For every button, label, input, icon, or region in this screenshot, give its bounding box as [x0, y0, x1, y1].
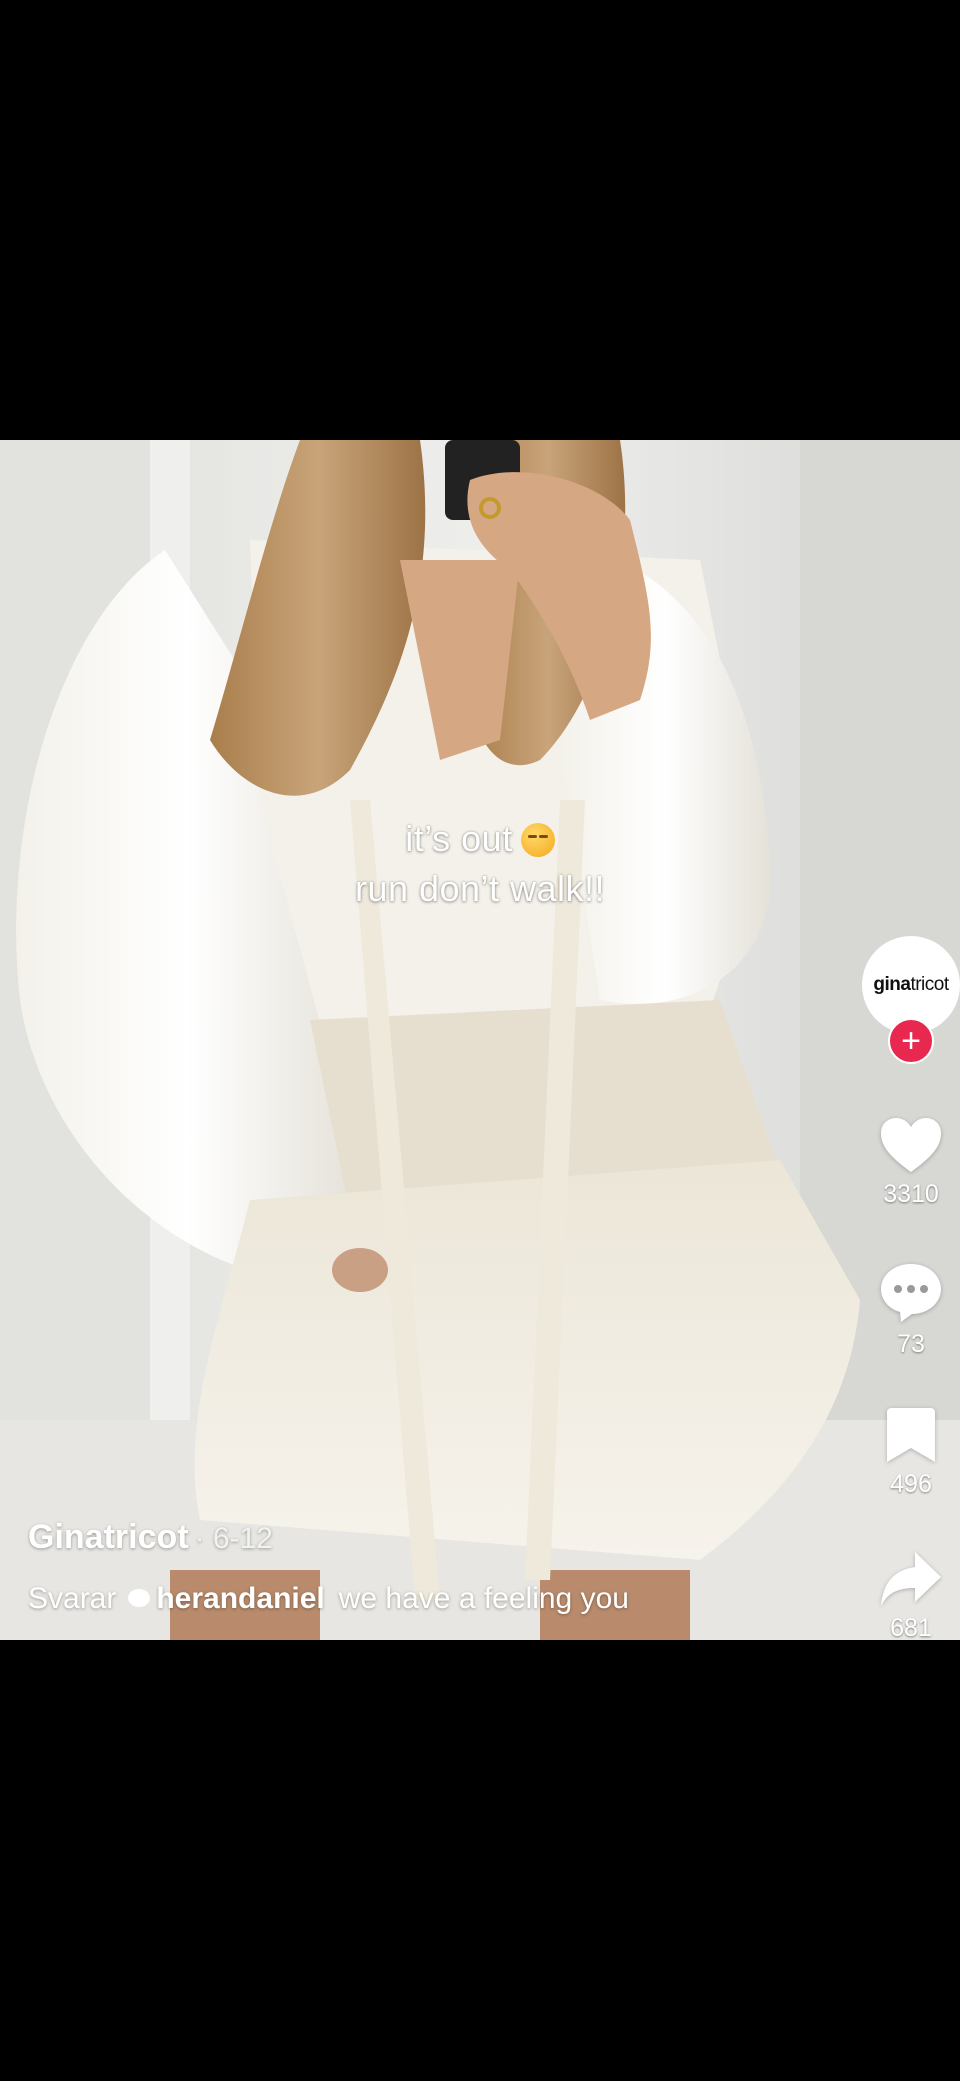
- mention-link[interactable]: herandaniel: [128, 1582, 325, 1615]
- relieved-face-emoji-icon: [520, 823, 555, 857]
- avatar-logo-regular: tricot: [910, 974, 949, 995]
- mention-username: herandaniel: [156, 1582, 325, 1615]
- comment-count: 73: [897, 1330, 925, 1358]
- bottom-letterbox: [0, 1640, 960, 2081]
- post-date: · 6-12: [194, 1522, 273, 1555]
- comment-bubble-icon: [881, 1264, 941, 1322]
- share-button[interactable]: 681: [862, 1550, 960, 1640]
- share-arrow-icon: [881, 1552, 941, 1606]
- bookmark-icon: [887, 1408, 935, 1462]
- comment-button[interactable]: 73: [862, 1262, 960, 1359]
- video-caption-line-1: it’s out: [0, 818, 960, 860]
- top-letterbox: [0, 0, 960, 440]
- post-meta: Ginatricot · 6-12: [28, 1518, 273, 1557]
- avatar-logo-bold: gina: [873, 974, 911, 995]
- heart-icon: [881, 1118, 941, 1172]
- save-count: 496: [890, 1470, 932, 1498]
- comment-reply-icon: [128, 1589, 151, 1607]
- like-count: 3310: [883, 1180, 939, 1208]
- reply-prefix: Svarar: [28, 1582, 117, 1615]
- creator-username[interactable]: Ginatricot: [28, 1518, 189, 1556]
- description-text: we have a feeling you: [338, 1582, 629, 1615]
- video-frame: [0, 440, 960, 1640]
- save-button[interactable]: 496: [862, 1406, 960, 1499]
- video-caption-line-2: run don’t walk!!: [354, 868, 606, 909]
- share-count: 681: [890, 1614, 932, 1640]
- follow-button[interactable]: +: [888, 1018, 934, 1064]
- post-description[interactable]: Svarar herandaniel we have a feeling you: [28, 1582, 848, 1616]
- video-player[interactable]: it’s out run don’t walk!! gina tricot + 3…: [0, 440, 960, 1640]
- like-button[interactable]: 3310: [862, 1116, 960, 1209]
- action-rail: gina tricot + 3310 73 496 681: [840, 440, 960, 1640]
